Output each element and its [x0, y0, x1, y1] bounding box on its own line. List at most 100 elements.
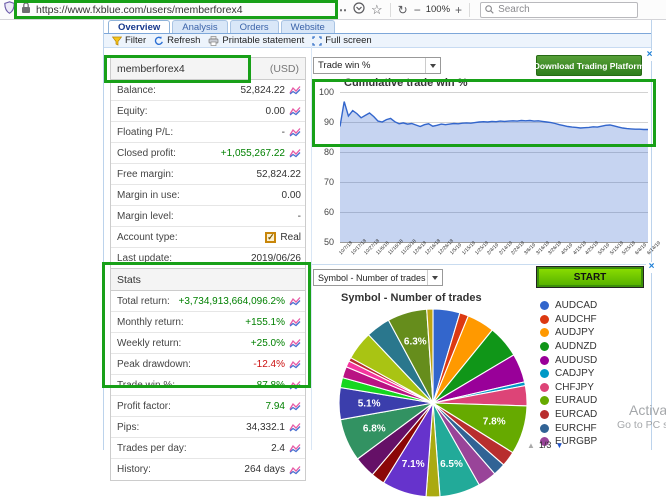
table-row: Free margin:52,824.22 [111, 164, 305, 185]
mini-chart-icon[interactable] [289, 465, 301, 475]
pie-slice-label: 5.1% [358, 398, 381, 409]
full-screen-button[interactable]: Full screen [312, 35, 371, 46]
ad-close-icon[interactable]: × [644, 50, 655, 61]
mini-chart-icon[interactable] [289, 443, 301, 453]
row-label: Margin in use: [117, 190, 180, 201]
ad-close-icon[interactable]: × [646, 262, 657, 273]
chart-metric-select[interactable]: Trade win % [313, 57, 441, 74]
pie-legend: AUDCADAUDCHFAUDJPYAUDNZDAUDUSDCADJPYCHFJ… [540, 299, 597, 449]
printer-icon [208, 36, 219, 46]
printable-statement-button[interactable]: Printable statement [208, 35, 304, 46]
cumulative-trade-win-chart [340, 92, 648, 243]
legend-color-dot [540, 342, 549, 351]
zoom-out-button[interactable]: − [414, 1, 421, 19]
legend-item-eurcad[interactable]: EURCAD [540, 408, 597, 422]
search-icon [481, 5, 498, 14]
row-label: Trade win %: [117, 380, 175, 391]
tab-website[interactable]: Website [281, 20, 335, 33]
pie-metric-select-value: Symbol - Number of trades [318, 273, 426, 283]
download-trading-platform-button[interactable]: Download Trading Platform [536, 55, 642, 76]
legend-item-audusd[interactable]: AUDUSD [540, 353, 597, 367]
table-row: Total return:+3,734,913,664,096.2% [111, 291, 305, 312]
symbol-trades-pie-chart: 7.8%6.5%7.1%6.8%5.1%6.3% [337, 307, 529, 499]
fullscreen-icon [312, 36, 322, 46]
legend-page-up-icon[interactable]: ▲ [527, 441, 535, 450]
pocket-icon[interactable] [353, 1, 365, 19]
row-value: 2.4 [187, 443, 285, 454]
filter-button[interactable]: Filter [112, 35, 146, 46]
legend-item-audnzd[interactable]: AUDNZD [540, 340, 597, 354]
site-toolbar: Filter Refresh Printable statement Full scr… [104, 33, 651, 48]
account-name: memberforex4 [117, 63, 185, 75]
legend-item-chfjpy[interactable]: CHFJPY [540, 381, 597, 395]
row-value: 2019/06/26 [172, 253, 301, 264]
tab-orders[interactable]: Orders [230, 20, 279, 33]
row-label: Pips: [117, 422, 139, 433]
mini-chart-icon[interactable] [289, 296, 301, 306]
table-row: Pips:34,332.1 [111, 417, 305, 438]
mini-chart-icon[interactable] [289, 106, 301, 116]
legend-item-audchf[interactable]: AUDCHF [540, 313, 597, 327]
table-row: Monthly return:+155.1% [111, 312, 305, 333]
pie-metric-select[interactable]: Symbol - Number of trades [313, 269, 443, 286]
zoom-level[interactable]: 100% [426, 4, 450, 15]
zoom-in-button[interactable]: + [455, 1, 462, 19]
table-row: Equity:0.00 [111, 101, 305, 122]
padlock-icon[interactable] [21, 1, 31, 19]
search-input[interactable]: Search [480, 2, 638, 18]
row-value: 264 days [151, 464, 285, 475]
table-row: Trade win %:87.8% [111, 375, 305, 396]
row-label: Closed profit: [117, 148, 176, 159]
row-label: Balance: [117, 85, 156, 96]
legend-color-dot [540, 424, 549, 433]
legend-item-cadjpy[interactable]: CADJPY [540, 367, 597, 381]
row-value: +25.0% [181, 338, 285, 349]
row-value: +155.1% [184, 317, 285, 328]
legend-color-dot [540, 356, 549, 365]
download-trading-platform-label: Download Trading Platform [534, 61, 645, 71]
row-label: Total return: [117, 296, 170, 307]
legend-page-down-icon[interactable]: ▼ [555, 441, 563, 450]
page-actions-icon[interactable]: ⋯ [335, 1, 347, 19]
legend-item-audjpy[interactable]: AUDJPY [540, 326, 597, 340]
table-row: History:264 days [111, 459, 305, 480]
reload-icon[interactable]: ↻ [398, 1, 408, 19]
screenshot-root: { "browser": { "url": "https://www.fxblu… [0, 0, 666, 450]
toolbar-divider [469, 3, 470, 17]
row-label: Margin level: [117, 211, 174, 222]
tab-analysis[interactable]: Analysis [172, 20, 227, 33]
table-row: Peak drawdown:-12.4% [111, 354, 305, 375]
start-ad-button[interactable]: START [536, 266, 644, 288]
row-label: Trades per day: [117, 443, 187, 454]
legend-color-dot [540, 396, 549, 405]
mini-chart-icon[interactable] [289, 317, 301, 327]
y-tick-label: 90 [308, 117, 334, 127]
legend-item-audcad[interactable]: AUDCAD [540, 299, 597, 313]
mini-chart-icon[interactable] [289, 148, 301, 158]
mini-chart-icon[interactable] [289, 422, 301, 432]
tracking-shield-icon[interactable] [4, 1, 15, 19]
mini-chart-icon[interactable] [289, 380, 301, 390]
legend-item-euraud[interactable]: EURAUD [540, 394, 597, 408]
url-bar[interactable]: https://www.fxblue.com/users/memberforex… [36, 2, 332, 18]
refresh-button[interactable]: Refresh [154, 35, 200, 46]
start-ad-label: START [574, 272, 607, 283]
row-value: 52,824.22 [174, 169, 301, 180]
legend-item-eurchf[interactable]: EURCHF [540, 421, 597, 435]
table-row: Floating P/L:- [111, 122, 305, 143]
area-chart-title: Cumulative trade win % [344, 77, 467, 89]
mini-chart-icon[interactable] [289, 359, 301, 369]
mini-chart-icon[interactable] [289, 401, 301, 411]
row-label: Peak drawdown: [117, 359, 191, 370]
mini-chart-icon[interactable] [289, 338, 301, 348]
stats-title: Stats [117, 274, 141, 286]
bookmark-star-icon[interactable]: ☆ [371, 1, 383, 19]
account-currency: (USD) [270, 63, 299, 75]
browser-toolbar: https://www.fxblue.com/users/memberforex… [0, 0, 666, 20]
tab-overview[interactable]: Overview [108, 20, 170, 33]
mini-chart-icon[interactable] [289, 127, 301, 137]
mini-chart-icon[interactable] [289, 85, 301, 95]
account-panel-header: memberforex4 (USD) [111, 58, 305, 80]
row-value: 0.00 [148, 106, 285, 117]
search-placeholder: Search [498, 4, 530, 15]
